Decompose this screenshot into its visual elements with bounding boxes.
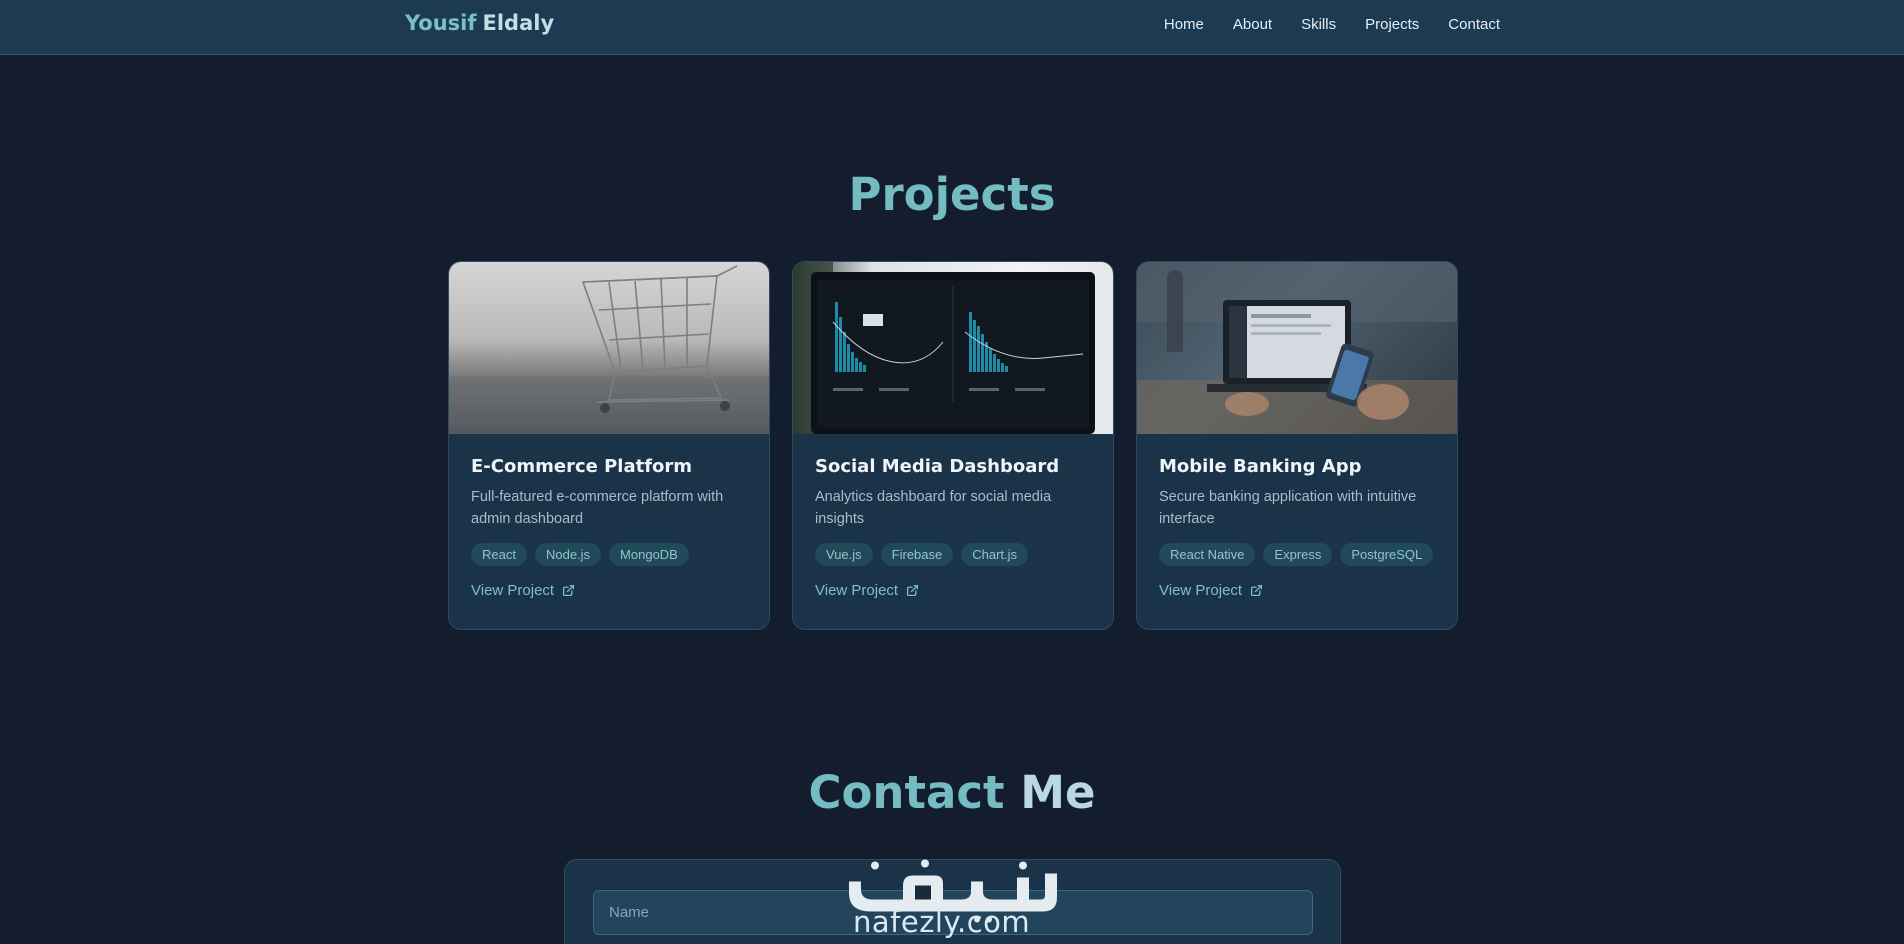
external-link-icon (1251, 584, 1263, 597)
projects-heading-text: Projects (848, 168, 1056, 221)
contact-heading-second: Me (1020, 766, 1096, 819)
tech-tag: Vue.js (815, 543, 873, 566)
project-description: Analytics dashboard for social media ins… (815, 489, 1052, 527)
nav-link-about[interactable]: About (1233, 16, 1272, 33)
tech-tags: React Node.js MongoDB (471, 543, 747, 566)
view-project-label: View Project (815, 582, 899, 599)
project-description: Full-featured e-commerce platform with a… (471, 489, 724, 527)
project-title: E-Commerce Platform (471, 456, 693, 477)
nav-link-projects[interactable]: Projects (1365, 16, 1419, 33)
project-cards: E-Commerce Platform Full-featured e-comm… (448, 261, 1458, 630)
tech-tags: Vue.js Firebase Chart.js (815, 543, 1091, 566)
project-card-mobile-banking: Mobile Banking App Secure banking applic… (1136, 261, 1458, 630)
tech-tag: Chart.js (961, 543, 1029, 566)
contact-heading: Contact Me (0, 766, 1904, 819)
tech-tags: React Native Express PostgreSQL (1159, 543, 1435, 566)
external-link-icon (563, 584, 575, 597)
tech-tag: React Native (1159, 543, 1256, 566)
view-project-link[interactable]: View Project (1159, 582, 1263, 599)
navbar: Yousif Eldaly Home About Skills Projects … (0, 0, 1904, 55)
nav-link-contact[interactable]: Contact (1448, 16, 1500, 33)
view-project-link[interactable]: View Project (471, 582, 575, 599)
site-logo[interactable]: Yousif Eldaly (405, 11, 554, 35)
nav-link-skills[interactable]: Skills (1301, 16, 1336, 33)
view-project-link[interactable]: View Project (815, 582, 919, 599)
laptop-phone-image (1137, 262, 1457, 434)
contact-heading-first: Contact (808, 766, 1005, 819)
project-card-social-dashboard: Social Media Dashboard Analytics dashboa… (792, 261, 1114, 630)
nav-link-home[interactable]: Home (1164, 16, 1204, 33)
projects-heading: Projects (0, 168, 1904, 221)
logo-first-name: Yousif (405, 11, 477, 35)
tech-tag: Express (1263, 543, 1333, 566)
tech-tag: Node.js (534, 543, 602, 566)
shopping-cart-image (449, 262, 769, 434)
tech-tag: PostgreSQL (1340, 543, 1434, 566)
project-card-ecommerce: E-Commerce Platform Full-featured e-comm… (448, 261, 770, 630)
watermark-text: nafezly.com (853, 905, 1031, 939)
tech-tag: Firebase (880, 543, 954, 566)
logo-last-name: Eldaly (482, 11, 555, 35)
view-project-label: View Project (1159, 582, 1243, 599)
project-title: Mobile Banking App (1159, 456, 1362, 477)
project-title: Social Media Dashboard (815, 456, 1060, 477)
tech-tag: MongoDB (609, 543, 689, 566)
nav-links: Home About Skills Projects Contact (1164, 16, 1500, 33)
analytics-dashboard-image (793, 262, 1113, 434)
view-project-label: View Project (471, 582, 555, 599)
tech-tag: React (471, 543, 527, 566)
external-link-icon (907, 584, 919, 597)
project-description: Secure banking application with intuitiv… (1159, 489, 1417, 527)
